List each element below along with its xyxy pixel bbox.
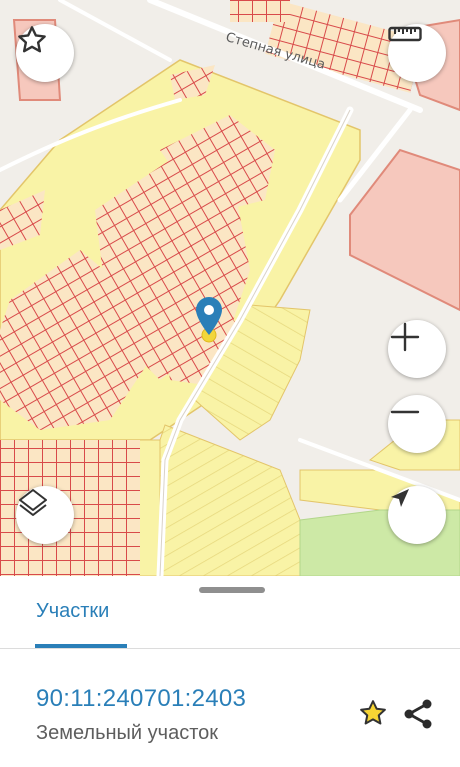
bottom-sheet: Участки 90:11:240701:2403 Земельный учас… [0, 576, 460, 767]
layers-icon [19, 489, 47, 516]
parcel-type: Земельный участок [36, 722, 219, 744]
zoom-out-button[interactable] [388, 395, 446, 453]
plus-icon [390, 322, 420, 352]
drag-handle[interactable] [199, 587, 265, 593]
favorite-button[interactable] [16, 24, 74, 82]
add-favorite-button[interactable] [358, 698, 388, 733]
minus-icon [390, 410, 420, 414]
star-icon [360, 700, 386, 725]
ruler-button[interactable] [388, 24, 446, 82]
navigation-arrow-icon [391, 489, 409, 507]
parcel-number[interactable]: 90:11:240701:2403 [36, 685, 246, 713]
share-icon [404, 699, 432, 729]
divider [0, 648, 460, 649]
ruler-icon [388, 26, 422, 42]
building-large [349, 148, 460, 312]
tab-parcels[interactable]: Участки [36, 600, 109, 623]
share-button[interactable] [400, 696, 436, 737]
map-view[interactable]: Степная улица [0, 0, 460, 576]
layers-button[interactable] [16, 486, 74, 544]
zoom-in-button[interactable] [388, 320, 446, 378]
strip-parcels [159, 424, 301, 576]
locate-button[interactable] [388, 486, 446, 544]
star-outline-icon [18, 26, 46, 53]
